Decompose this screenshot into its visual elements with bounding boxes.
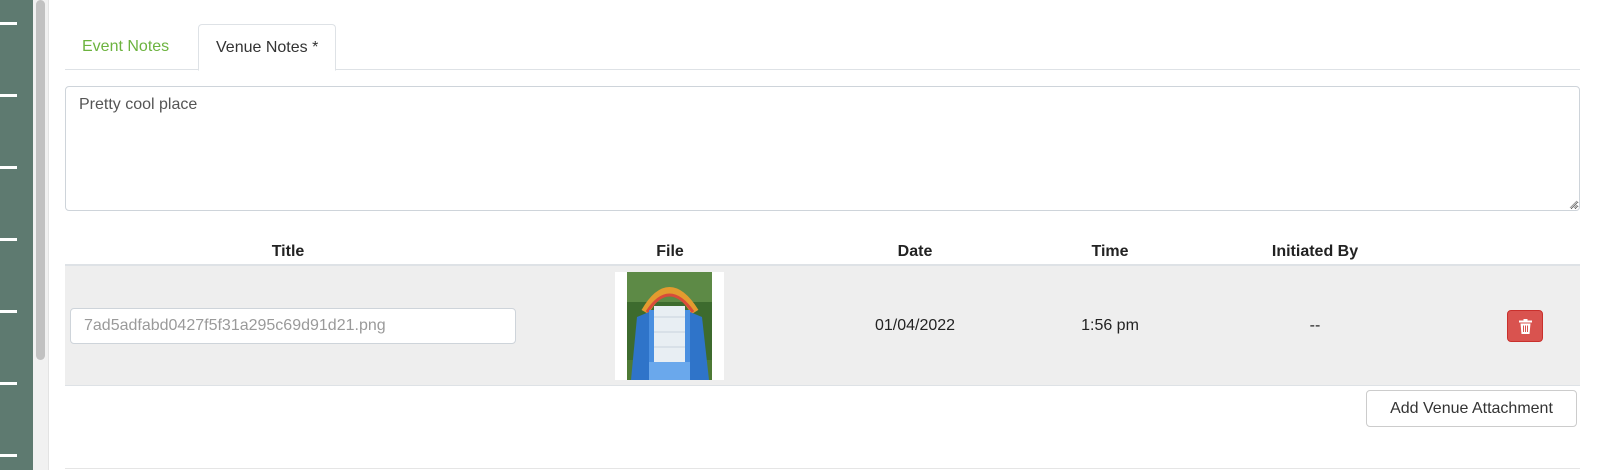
rail-item-marker[interactable] [0,94,17,97]
column-header-title: Title [271,243,305,260]
attachment-time: 1:56 pm [1081,317,1139,334]
add-venue-attachment-button[interactable]: Add Venue Attachment [1366,390,1577,427]
rail-item-marker[interactable] [0,166,17,169]
attachments-table: Title File Date Time Initiated By 7ad5ad… [65,238,1580,386]
column-header-date: Date [897,243,933,260]
section-divider [65,468,1580,469]
rail-item-marker[interactable] [0,454,17,457]
attachment-date: 01/04/2022 [874,317,956,334]
trash-icon [1519,319,1532,334]
tab-event-notes[interactable]: Event Notes [65,24,186,70]
resize-grip-icon[interactable] [1569,200,1578,209]
rail-item-marker[interactable] [0,22,17,25]
table-header: Title File Date Time Initiated By [65,238,1580,266]
delete-attachment-button[interactable] [1507,310,1543,342]
scrollbar-track[interactable] [33,0,49,470]
column-header-file: File [656,243,684,260]
rail-item-marker[interactable] [0,238,17,241]
rail-item-marker[interactable] [0,310,17,313]
sidebar-rail [0,0,33,470]
inflatable-slide-image [627,272,712,380]
column-header-time: Time [1091,243,1129,260]
notes-tabs: Event Notes Venue Notes * [65,24,1580,71]
attachment-file-thumbnail[interactable] [615,272,724,380]
attachment-initiated-by: -- [1309,317,1321,334]
scrollbar-thumb[interactable] [36,0,45,360]
column-header-initiated-by: Initiated By [1271,243,1359,260]
tab-venue-notes[interactable]: Venue Notes * [198,24,337,71]
rail-item-marker[interactable] [0,382,17,385]
table-row: 01/04/2022 1:56 pm -- [65,266,1580,386]
venue-notes-textarea[interactable]: Pretty cool place [65,86,1580,211]
attachment-title-input[interactable] [70,308,516,344]
